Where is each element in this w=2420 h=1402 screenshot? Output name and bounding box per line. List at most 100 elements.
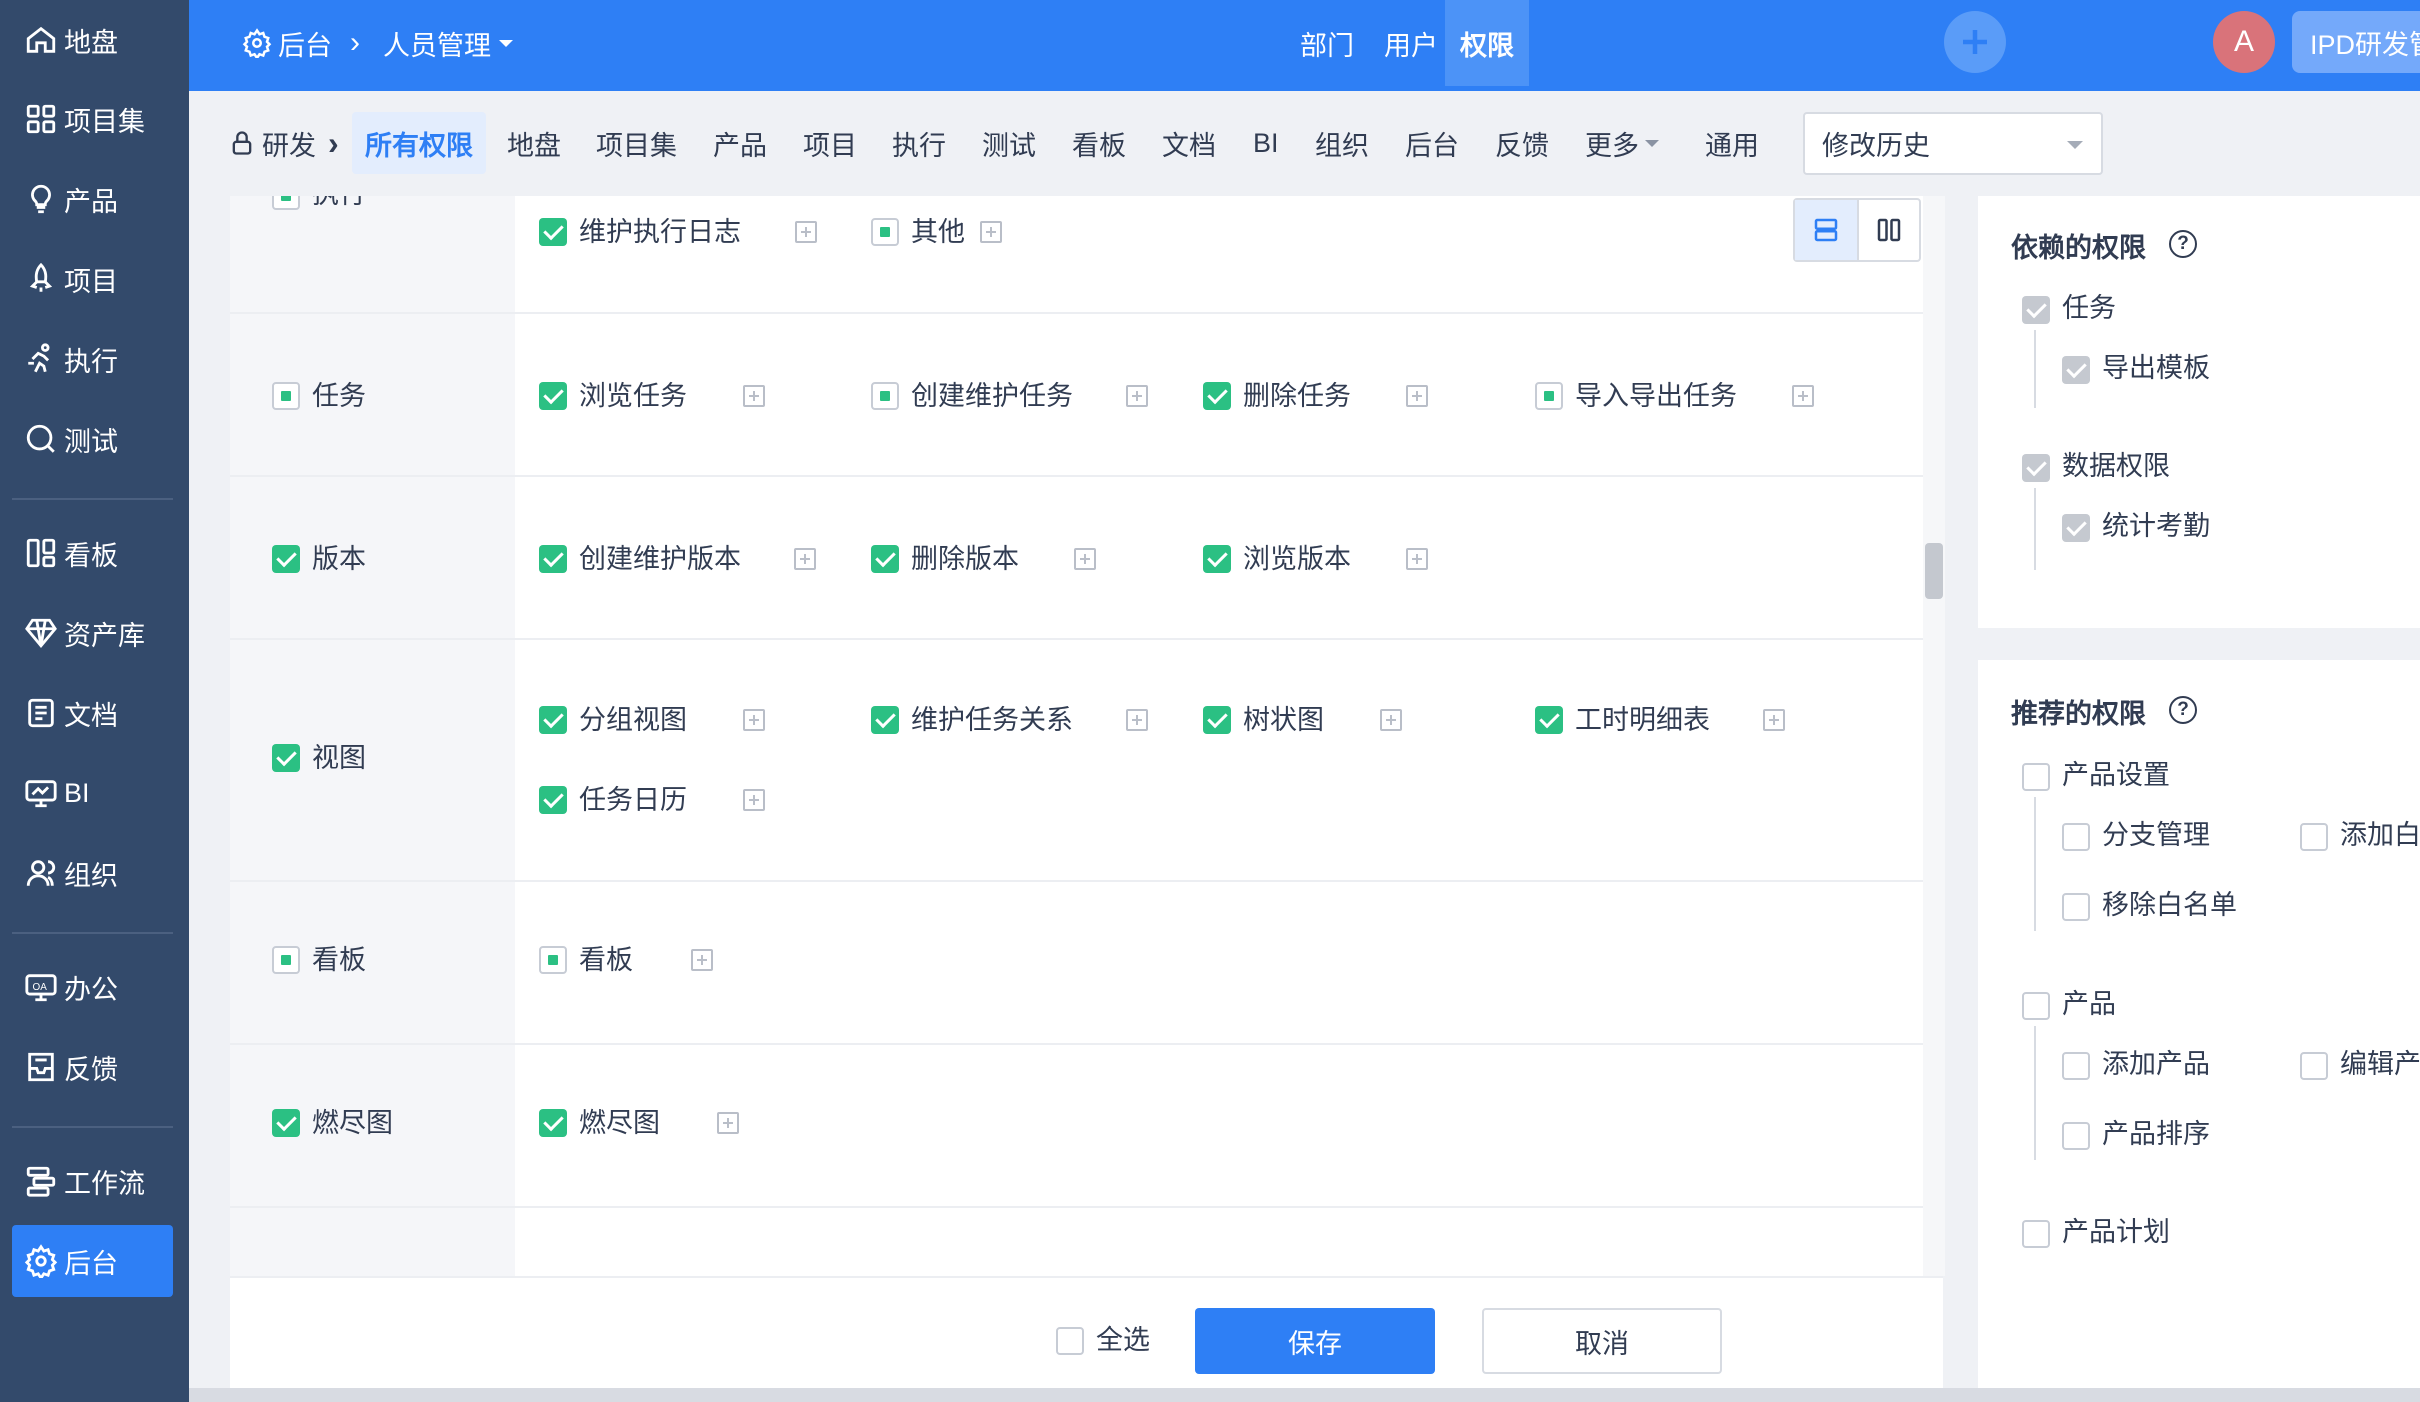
permission-checkbox[interactable]	[539, 545, 567, 573]
sidebar-item-feedback[interactable]: 反馈	[12, 1031, 173, 1103]
expand-icon[interactable]	[1406, 548, 1428, 570]
permission-checkbox[interactable]	[1535, 706, 1563, 734]
group-checkbox[interactable]	[272, 1109, 300, 1137]
list-view-button[interactable]	[1795, 200, 1857, 260]
expand-icon[interactable]	[1126, 709, 1148, 731]
expand-icon[interactable]	[1763, 709, 1785, 731]
permission-checkbox[interactable]	[871, 218, 899, 246]
dependent-checkbox[interactable]	[2022, 296, 2050, 324]
recommended-checkbox[interactable]	[2062, 893, 2090, 921]
expand-icon[interactable]	[980, 221, 1002, 243]
recommended-checkbox[interactable]	[2300, 823, 2328, 851]
permission-checkbox[interactable]	[871, 382, 899, 410]
group-checkbox[interactable]	[272, 196, 300, 210]
sidebar-item-bi[interactable]: BI	[12, 757, 173, 829]
expand-icon[interactable]	[743, 709, 765, 731]
expand-icon[interactable]	[1126, 385, 1148, 407]
subnav-item-program[interactable]: 项目集	[596, 112, 677, 174]
column-view-button[interactable]	[1857, 200, 1919, 260]
help-icon[interactable]: ?	[2169, 230, 2197, 258]
expand-icon[interactable]	[795, 221, 817, 243]
permission-checkbox[interactable]	[871, 545, 899, 573]
sidebar-item-program[interactable]: 项目集	[12, 83, 173, 155]
breadcrumb-root[interactable]: 后台	[242, 0, 332, 86]
dependent-checkbox[interactable]	[2062, 514, 2090, 542]
permission-checkbox[interactable]	[539, 946, 567, 974]
tab-user[interactable]: 用户	[1369, 0, 1453, 86]
recommended-checkbox[interactable]	[2022, 763, 2050, 791]
subnav-item-dashboard[interactable]: 地盘	[507, 112, 561, 174]
sidebar-item-product[interactable]: 产品	[12, 163, 173, 235]
recommended-checkbox[interactable]	[2022, 1220, 2050, 1248]
subnav-item-bi[interactable]: BI	[1253, 112, 1279, 174]
subnav-item-feedback[interactable]: 反馈	[1495, 112, 1549, 174]
subnav-item-product[interactable]: 产品	[713, 112, 767, 174]
horizontal-scrollbar[interactable]	[189, 1388, 2420, 1402]
recommended-checkbox[interactable]	[2062, 1122, 2090, 1150]
sidebar-item-admin[interactable]: 后台	[12, 1225, 173, 1297]
permission-checkbox[interactable]	[539, 218, 567, 246]
sidebar-item-org[interactable]: 组织	[12, 837, 173, 909]
sidebar-item-oa[interactable]: OA 办公	[12, 951, 173, 1023]
help-icon[interactable]: ?	[2169, 696, 2197, 724]
subnav-item-kanban[interactable]: 看板	[1072, 112, 1126, 174]
subnav-item-general[interactable]: 通用	[1705, 112, 1759, 174]
sidebar-item-assets[interactable]: 资产库	[12, 597, 173, 669]
app-switcher[interactable]: IPD研发管	[2292, 11, 2420, 73]
expand-icon[interactable]	[794, 548, 816, 570]
subnav-item-qa[interactable]: 测试	[982, 112, 1036, 174]
subnav-item-admin[interactable]: 后台	[1405, 112, 1459, 174]
tab-permission[interactable]: 权限	[1445, 0, 1529, 86]
tab-department[interactable]: 部门	[1285, 0, 1369, 86]
group-checkbox[interactable]	[272, 545, 300, 573]
scrollbar-track[interactable]	[1923, 196, 1945, 1276]
select-all-checkbox[interactable]	[1056, 1327, 1084, 1355]
group-checkbox[interactable]	[272, 744, 300, 772]
expand-icon[interactable]	[1792, 385, 1814, 407]
create-button[interactable]	[1944, 11, 2006, 73]
permission-checkbox[interactable]	[539, 1109, 567, 1137]
sidebar-item-dashboard[interactable]: 地盘	[12, 4, 173, 76]
permission-checkbox[interactable]	[871, 706, 899, 734]
subnav-item-more[interactable]: 更多	[1585, 112, 1659, 174]
subnav-item-doc[interactable]: 文档	[1162, 112, 1216, 174]
expand-icon[interactable]	[1406, 385, 1428, 407]
permission-checkbox[interactable]	[539, 786, 567, 814]
expand-icon[interactable]	[743, 385, 765, 407]
avatar[interactable]: A	[2213, 11, 2275, 73]
group-checkbox[interactable]	[272, 382, 300, 410]
sidebar-item-docs[interactable]: 文档	[12, 677, 173, 749]
permission-checkbox[interactable]	[1203, 382, 1231, 410]
cancel-button[interactable]: 取消	[1482, 1308, 1722, 1374]
recommended-checkbox[interactable]	[2300, 1052, 2328, 1080]
sidebar-item-kanban[interactable]: 看板	[12, 517, 173, 589]
expand-icon[interactable]	[691, 949, 713, 971]
sidebar-item-workflow[interactable]: 工作流	[12, 1145, 173, 1217]
dependent-checkbox[interactable]	[2062, 356, 2090, 384]
expand-icon[interactable]	[1074, 548, 1096, 570]
history-select[interactable]: 修改历史	[1803, 112, 2103, 175]
permission-checkbox[interactable]	[539, 706, 567, 734]
expand-icon[interactable]	[743, 789, 765, 811]
scrollbar-thumb[interactable]	[1925, 543, 1943, 599]
subnav-item-project[interactable]: 项目	[803, 112, 857, 174]
expand-icon[interactable]	[717, 1112, 739, 1134]
permission-checkbox[interactable]	[1203, 545, 1231, 573]
recommended-checkbox[interactable]	[2062, 823, 2090, 851]
breadcrumb-current[interactable]: 人员管理	[383, 0, 513, 86]
recommended-checkbox[interactable]	[2022, 992, 2050, 1020]
subnav-item-org[interactable]: 组织	[1315, 112, 1369, 174]
scope-selector[interactable]: 研发 ›	[228, 112, 339, 174]
group-checkbox[interactable]	[272, 946, 300, 974]
save-button[interactable]: 保存	[1195, 1308, 1435, 1374]
permission-checkbox[interactable]	[539, 382, 567, 410]
sidebar-item-project[interactable]: 项目	[12, 243, 173, 315]
subnav-item-all[interactable]: 所有权限	[352, 112, 486, 174]
expand-icon[interactable]	[1380, 709, 1402, 731]
permission-checkbox[interactable]	[1203, 706, 1231, 734]
sidebar-item-execution[interactable]: 执行	[12, 323, 173, 395]
sidebar-item-qa[interactable]: 测试	[12, 403, 173, 475]
dependent-checkbox[interactable]	[2022, 454, 2050, 482]
permission-checkbox[interactable]	[1535, 382, 1563, 410]
subnav-item-execution[interactable]: 执行	[892, 112, 946, 174]
